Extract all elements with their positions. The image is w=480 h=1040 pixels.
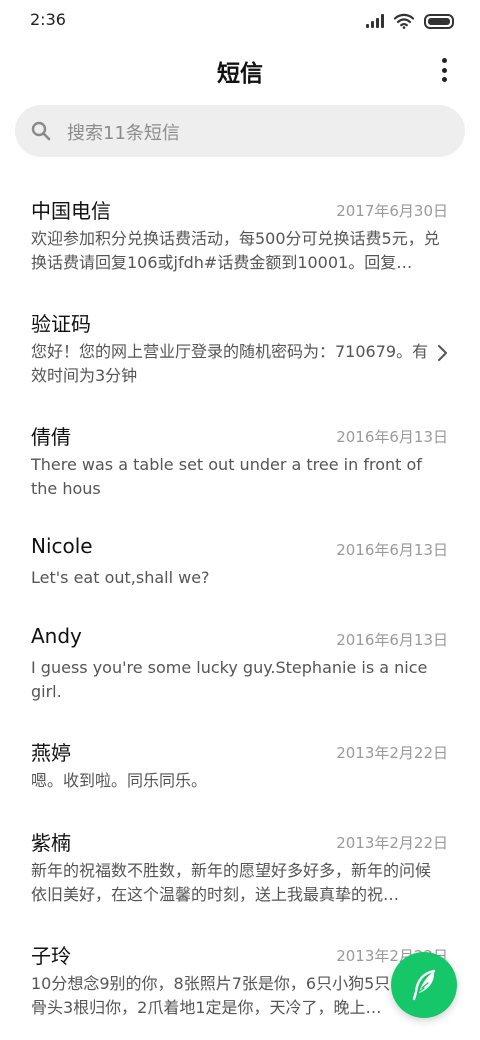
status-icons: [366, 12, 454, 30]
wifi-icon: [394, 13, 414, 29]
more-vertical-icon[interactable]: [436, 58, 452, 82]
status-time: 2:36: [30, 10, 66, 29]
contact-name: 验证码: [31, 312, 91, 336]
message-preview: 您好！您的网上营业厅登录的随机密码为：710679。有效时间为3分钟: [31, 342, 429, 385]
page-title: 短信: [217, 61, 263, 87]
chevron-right-icon: [438, 345, 447, 361]
status-bar: 2:36: [0, 0, 480, 42]
message-date: 2016年6月13日: [336, 428, 448, 446]
list-item-message[interactable]: Andy 2016年6月13日 I guess you're some luck…: [0, 624, 480, 714]
list-item-message[interactable]: 紫楠 2013年2月22日 新年的祝福数不胜数，新年的愿望好多好多，新年的问候依…: [0, 827, 480, 917]
list-item-message[interactable]: 中国电信 2017年6月30日 欢迎参加积分兑换话费活动，每500分可兑换话费5…: [0, 195, 480, 285]
battery-icon: [424, 13, 454, 29]
contact-name: Nicole: [31, 534, 93, 558]
list-item-message[interactable]: 倩倩 2016年6月13日 There was a table set out …: [0, 421, 480, 511]
message-preview: 嗯。收到啦。同乐同乐。: [31, 771, 208, 790]
message-preview: 新年的祝福数不胜数，新年的愿望好多好多，新年的问候依旧美好，在这个温馨的时刻，送…: [31, 861, 432, 904]
contact-name: 中国电信: [31, 199, 111, 223]
message-date: 2013年2月22日: [336, 744, 448, 762]
list-item-message[interactable]: 燕婷 2013年2月22日 嗯。收到啦。同乐同乐。: [0, 737, 480, 807]
contact-name: 倩倩: [31, 425, 71, 449]
message-preview: 10分想念9别的你，8张照片7张是你，6只小狗5只…4根骨头3根归你，2爪着地1…: [31, 974, 433, 1017]
list-item-message[interactable]: Nicole 2016年6月13日 Let's eat out,shall we…: [0, 534, 480, 604]
message-date: 2016年6月13日: [336, 631, 448, 649]
search-input[interactable]: 搜索11条短信: [15, 105, 465, 157]
feather-compose-icon: [412, 969, 436, 1001]
search-placeholder: 搜索11条短信: [67, 123, 180, 144]
signal-icon: [366, 14, 384, 28]
compose-button[interactable]: [391, 952, 457, 1018]
contact-name: Andy: [31, 624, 82, 648]
contact-name: 燕婷: [31, 741, 71, 765]
message-preview: I guess you're some lucky guy.Stephanie …: [31, 658, 428, 701]
message-preview: Let's eat out,shall we?: [31, 568, 210, 587]
message-date: 2013年2月22日: [336, 834, 448, 852]
message-date: 2016年6月13日: [336, 541, 448, 559]
message-preview: 欢迎参加积分兑换话费活动，每500分可兑换话费5元，兑换话费请回复106或jfd…: [31, 229, 440, 272]
contact-name: 紫楠: [31, 831, 71, 855]
contact-name: 子玲: [31, 944, 71, 968]
message-date: 2017年6月30日: [336, 202, 448, 220]
message-preview: There was a table set out under a tree i…: [31, 455, 422, 498]
title-bar: 短信: [0, 42, 480, 98]
list-item-message[interactable]: 验证码 您好！您的网上营业厅登录的随机密码为：710679。有效时间为3分钟: [0, 308, 480, 398]
search-icon: [31, 121, 51, 141]
